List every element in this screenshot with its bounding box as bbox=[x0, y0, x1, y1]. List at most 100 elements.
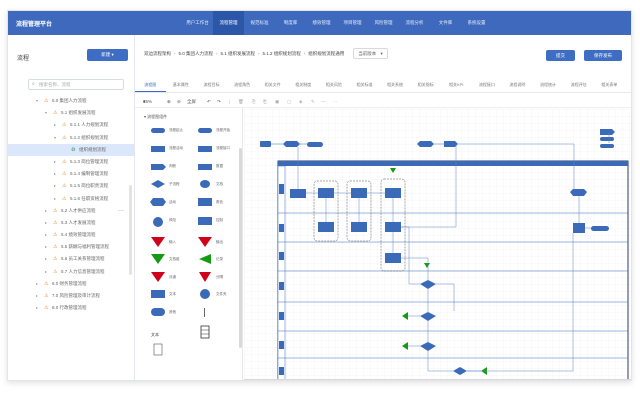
breadcrumb-item[interactable]: 双边流程架构 bbox=[144, 51, 171, 56]
palette-item-label[interactable]: 风险 bbox=[169, 218, 176, 223]
palette-item-label[interactable]: 输入 bbox=[169, 240, 176, 245]
breadcrumb-item[interactable]: 5.1 组织发展流程 bbox=[221, 51, 256, 56]
tab[interactable]: 基本属性 bbox=[166, 77, 197, 92]
palette-item-label[interactable]: 分隔 bbox=[216, 275, 223, 280]
breadcrumb-item[interactable]: 5.0 集团人力流程 bbox=[179, 51, 214, 56]
tree-item[interactable]: ▸ ⚠ 5.1.1 人力规划流程 bbox=[8, 119, 134, 131]
palette-item-label[interactable]: 数据 bbox=[216, 164, 223, 169]
caret-right-icon[interactable]: ▸ bbox=[54, 119, 56, 131]
topnav-item[interactable]: 系统设置 bbox=[461, 11, 492, 35]
caret-right-icon[interactable]: ▸ bbox=[36, 278, 38, 290]
palette-item-label[interactable]: 文档组 bbox=[169, 257, 180, 262]
submit-button[interactable]: 提交 bbox=[546, 50, 575, 61]
version-select[interactable]: 当前版本 ▾ bbox=[353, 48, 388, 59]
fit-button[interactable]: 全屏 bbox=[187, 95, 196, 108]
caret-right-icon[interactable]: ▸ bbox=[45, 266, 47, 278]
front-icon[interactable]: ▣ bbox=[275, 95, 279, 108]
tab[interactable]: 流程说明 bbox=[502, 77, 533, 92]
tree-item[interactable]: ▸ ⚠ 5.1.6 任职资格流程 bbox=[8, 193, 134, 205]
tree-item[interactable]: ▸ ⚠ 8.0 行政管理流程 bbox=[8, 302, 134, 314]
sidebar-scrollbar[interactable] bbox=[129, 185, 132, 275]
tab[interactable]: 相关文件 bbox=[257, 77, 288, 92]
line-color-icon[interactable]: ✎ bbox=[311, 95, 315, 108]
topnav-item[interactable]: 风险管理 bbox=[368, 11, 399, 35]
topnav-item[interactable]: 规范标准 bbox=[244, 11, 275, 35]
caret-right-icon[interactable]: ▸ bbox=[45, 241, 47, 253]
palette-item-label[interactable]: 泳道 bbox=[169, 275, 176, 280]
tab[interactable]: 流程目标 bbox=[196, 77, 227, 92]
palette-item-label[interactable]: 记录 bbox=[216, 257, 223, 262]
caret-down-icon[interactable]: ▾ bbox=[36, 95, 38, 107]
tab[interactable]: 相关表单 bbox=[594, 77, 625, 92]
new-button[interactable]: 新建 ▾ bbox=[87, 49, 128, 61]
breadcrumb-item[interactable]: 5.1.2 组织规划流程 bbox=[263, 51, 301, 56]
palette-scrollbar[interactable] bbox=[239, 148, 242, 348]
tab[interactable]: 相关系统 bbox=[380, 77, 411, 92]
caret-right-icon[interactable]: ▸ bbox=[36, 302, 38, 314]
caret-right-icon[interactable]: ▸ bbox=[54, 156, 56, 168]
palette-item-label[interactable]: 流程接口 bbox=[216, 146, 230, 151]
palette-item-label[interactable]: 活动 bbox=[169, 200, 176, 205]
palette-item-label[interactable]: 子流程 bbox=[169, 182, 180, 187]
diagram-canvas[interactable] bbox=[244, 109, 632, 381]
tab[interactable]: 相关风险 bbox=[319, 77, 350, 92]
tree-item[interactable]: ▾ ⚠ 5.1 组织发展流程 bbox=[8, 107, 134, 119]
caret-right-icon[interactable]: ▸ bbox=[54, 168, 56, 180]
sidebar-search-input[interactable]: ⌕ 搜索名称、流程 bbox=[28, 79, 124, 90]
tree-item[interactable]: ♻ 组织规划流程 bbox=[8, 143, 134, 156]
more-icon[interactable]: ⋯ bbox=[333, 95, 338, 108]
tree-item[interactable]: ▾ ⚠ 5.1.2 组织规划流程 bbox=[8, 132, 134, 144]
breadcrumb-item[interactable]: 组织规划流程通用 bbox=[308, 51, 344, 56]
tree-item[interactable]: ▸ ⚠ 5.2 人才供应流程 ··· bbox=[8, 205, 134, 217]
palette-item-label[interactable]: 文本 bbox=[169, 292, 176, 297]
palette-item-label[interactable]: 流程活动 bbox=[169, 146, 183, 151]
line-style-icon[interactable]: — bbox=[321, 95, 326, 108]
tree-item[interactable]: ▸ ⚠ 5.7 人力信息管理流程 bbox=[8, 266, 134, 278]
tab[interactable]: 相关制度 bbox=[288, 77, 319, 92]
palette-item-label[interactable]: 控制 bbox=[216, 218, 223, 223]
tree-item[interactable]: ▸ ⚠ 7.0 风险管理及审计流程 bbox=[8, 290, 134, 302]
diagram-svg[interactable] bbox=[244, 109, 632, 381]
caret-down-icon[interactable]: ▾ bbox=[54, 132, 56, 144]
tab[interactable]: 流程统计 bbox=[533, 77, 564, 92]
tree-item[interactable]: ▸ ⚠ 5.4 绩效管理流程 bbox=[8, 229, 134, 241]
tree-item[interactable]: ▾ ⚠ 5.0 集团人力流程 bbox=[8, 95, 134, 107]
tab[interactable]: 相关标准 bbox=[349, 77, 380, 92]
fill-color-icon[interactable]: ◈ bbox=[299, 95, 302, 108]
palette-item-label[interactable]: 输出 bbox=[216, 240, 223, 245]
topnav-item[interactable]: 用户工作台 bbox=[182, 11, 213, 35]
palette-item-label[interactable]: 文档 bbox=[216, 182, 223, 187]
delete-icon[interactable]: 🗑 bbox=[238, 95, 244, 108]
tree-item[interactable]: ▸ ⚠ 5.1.5 岗位职责流程 bbox=[8, 180, 134, 192]
topnav-item[interactable]: 文件库 bbox=[430, 11, 461, 35]
topnav-item[interactable]: 流程分析 bbox=[399, 11, 430, 35]
palette-item-label[interactable]: 流程起止 bbox=[169, 128, 183, 133]
undo-icon[interactable]: ↶ bbox=[207, 95, 211, 108]
tree-item[interactable]: ▸ ⚠ 5.1.3 岗位管理流程 bbox=[8, 156, 134, 168]
topnav-item[interactable]: 流程管理 bbox=[213, 11, 244, 35]
zoom-out-icon[interactable]: ⊖ bbox=[177, 95, 181, 108]
redo-icon[interactable]: ↷ bbox=[217, 95, 221, 108]
caret-right-icon[interactable]: ▸ bbox=[45, 253, 47, 265]
caret-right-icon[interactable]: ▸ bbox=[45, 229, 47, 241]
topnav-item[interactable]: 项目管理 bbox=[337, 11, 368, 35]
paste-icon[interactable]: ⎗ bbox=[263, 95, 267, 108]
tree-item[interactable]: ▸ ⚠ 5.5 薪酬与福利管理流程 bbox=[8, 241, 134, 253]
tab[interactable]: 相关KPI bbox=[441, 77, 472, 92]
back-icon[interactable]: ▢ bbox=[287, 95, 291, 108]
topnav-item[interactable]: 绩效管理 bbox=[306, 11, 337, 35]
zoom-in-icon[interactable]: ⊕ bbox=[167, 95, 171, 108]
tab[interactable]: 流程评估 bbox=[563, 77, 594, 92]
palette-item-label[interactable]: 角色 bbox=[216, 200, 223, 205]
caret-right-icon[interactable]: ▸ bbox=[45, 205, 47, 217]
caret-down-icon[interactable]: ▾ bbox=[45, 107, 47, 119]
tab[interactable]: 流程图 bbox=[135, 77, 166, 92]
zoom-select[interactable]: 35% ▾ bbox=[143, 95, 152, 108]
tree-item[interactable]: ▸ ⚠ 5.3 人才发展流程 bbox=[8, 217, 134, 229]
caret-right-icon[interactable]: ▸ bbox=[54, 180, 56, 192]
caret-right-icon[interactable]: ▸ bbox=[36, 290, 38, 302]
palette-item-label[interactable]: 判断 bbox=[169, 164, 176, 169]
caret-right-icon[interactable]: ▸ bbox=[45, 217, 47, 229]
caret-right-icon[interactable]: ▸ bbox=[54, 193, 56, 205]
tab[interactable]: 相关指标 bbox=[410, 77, 441, 92]
